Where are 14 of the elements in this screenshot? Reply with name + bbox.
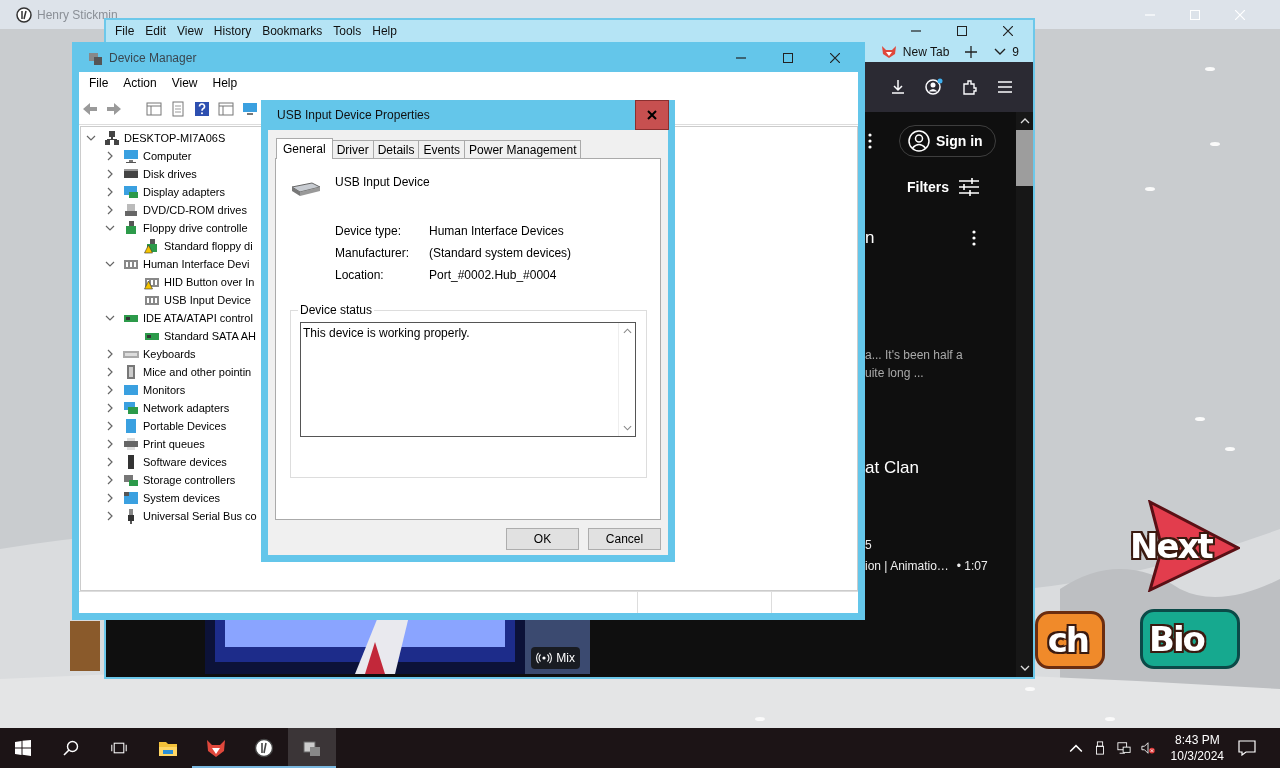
start-icon[interactable] bbox=[15, 740, 31, 756]
search-icon[interactable] bbox=[63, 740, 79, 756]
network-icon[interactable] bbox=[1116, 741, 1131, 755]
volume-muted-icon[interactable] bbox=[1140, 741, 1155, 755]
window-title: Henry Stickmin bbox=[37, 7, 118, 22]
clock-time[interactable]: 8:43 PM bbox=[1174, 732, 1220, 748]
task-view-icon[interactable] bbox=[111, 740, 127, 756]
taskbar-button[interactable] bbox=[288, 728, 336, 768]
stick-figure-icon bbox=[254, 738, 274, 758]
notification-icon[interactable] bbox=[1238, 740, 1256, 756]
stick-figure-icon bbox=[16, 6, 32, 23]
fox-icon bbox=[206, 738, 226, 758]
device-manager-icon bbox=[302, 738, 322, 758]
clock-date[interactable]: 10/3/2024 bbox=[1170, 748, 1224, 764]
